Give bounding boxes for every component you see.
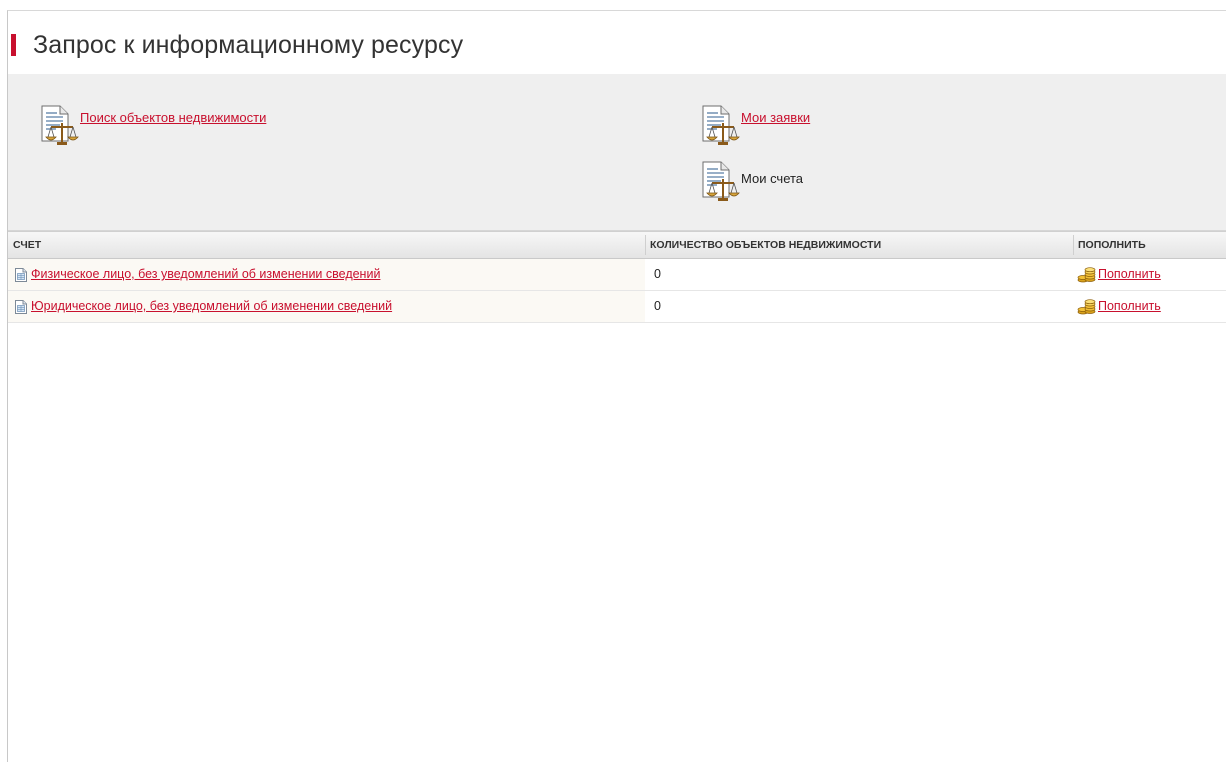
topup-link[interactable]: Пополнить — [1098, 259, 1161, 290]
account-link[interactable]: Юридическое лицо, без уведомлений об изм… — [31, 291, 392, 322]
table-row: Физическое лицо, без уведомлений об изме… — [8, 259, 1226, 291]
coins-icon[interactable] — [1077, 267, 1097, 283]
account-cell: Физическое лицо, без уведомлений об изме… — [8, 259, 645, 290]
title-bar: Запрос к информационному ресурсу — [8, 11, 1226, 74]
page-title: Запрос к информационному ресурсу — [33, 31, 464, 59]
topup-cell: Пополнить — [1073, 291, 1226, 322]
topup-link[interactable]: Пополнить — [1098, 291, 1161, 322]
document-scales-icon — [36, 103, 80, 147]
coins-icon[interactable] — [1077, 299, 1097, 315]
property-count: 0 — [654, 267, 661, 281]
column-header-topup[interactable]: ПОПОЛНИТЬ — [1073, 232, 1226, 258]
table-row: Юридическое лицо, без уведомлений об изм… — [8, 291, 1226, 323]
accounts-table: СЧЕТ КОЛИЧЕСТВО ОБЪЕКТОВ НЕДВИЖИМОСТИ ПО… — [8, 231, 1226, 323]
document-scales-icon — [697, 159, 741, 203]
account-cell: Юридическое лицо, без уведомлений об изм… — [8, 291, 645, 322]
nav-panel: Поиск объектов недвижимости Мои заявки М… — [8, 74, 1226, 231]
main-panel: Запрос к информационному ресурсу Поиск о… — [7, 10, 1226, 762]
document-icon — [13, 299, 29, 315]
account-link[interactable]: Физическое лицо, без уведомлений об изме… — [31, 259, 380, 290]
nav-search-properties-link[interactable]: Поиск объектов недвижимости — [80, 110, 266, 125]
topup-cell: Пополнить — [1073, 259, 1226, 290]
property-count: 0 — [654, 299, 661, 313]
nav-my-requests[interactable]: Мои заявки — [697, 103, 810, 147]
table-header: СЧЕТ КОЛИЧЕСТВО ОБЪЕКТОВ НЕДВИЖИМОСТИ ПО… — [8, 231, 1226, 259]
title-accent-bar — [11, 34, 16, 56]
nav-my-accounts: Мои счета — [697, 159, 803, 203]
column-header-account[interactable]: СЧЕТ — [8, 232, 645, 258]
nav-search-properties[interactable]: Поиск объектов недвижимости — [36, 103, 266, 147]
document-scales-icon — [697, 103, 741, 147]
nav-my-accounts-label: Мои счета — [741, 170, 804, 186]
column-header-count[interactable]: КОЛИЧЕСТВО ОБЪЕКТОВ НЕДВИЖИМОСТИ — [645, 232, 1073, 258]
document-icon — [13, 267, 29, 283]
nav-my-requests-link[interactable]: Мои заявки — [741, 110, 810, 125]
